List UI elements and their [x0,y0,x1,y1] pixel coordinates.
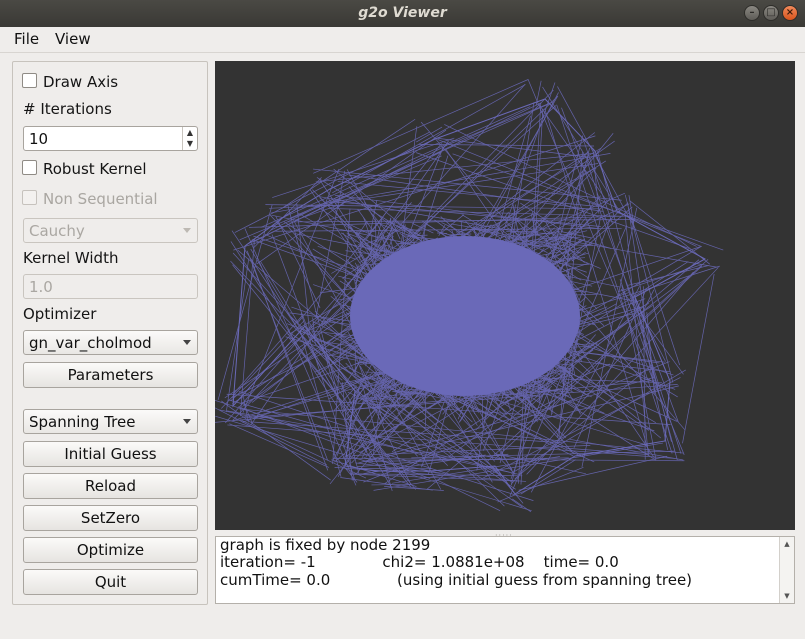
spin-up-icon[interactable]: ▲ [183,127,197,138]
iterations-spinbox[interactable]: 10 ▲ ▼ [23,126,198,151]
chevron-down-icon [183,228,191,233]
reload-button[interactable]: Reload [23,473,198,499]
console-line: graph is fixed by node 2199 [220,536,431,554]
iterations-value: 10 [29,130,49,148]
optimize-button[interactable]: Optimize [23,537,198,563]
minimize-icon[interactable]: – [744,5,760,21]
kernel-width-label: Kernel Width [23,249,119,267]
g2o-viewer-window: g2o Viewer – □ × File View Draw Axis # I… [0,0,805,639]
initial-guess-type-value: Spanning Tree [29,413,136,431]
spin-down-icon[interactable]: ▼ [183,138,197,149]
spinbox-arrows[interactable]: ▲ ▼ [182,127,197,150]
robust-kernel-label: Robust Kernel [43,160,147,178]
quit-button[interactable]: Quit [23,569,198,595]
menu-view[interactable]: View [55,30,91,48]
pose-graph-drawing [215,79,724,513]
menu-file[interactable]: File [14,30,39,48]
checkbox-icon[interactable] [22,160,37,175]
iterations-label: # Iterations [23,100,112,118]
close-icon[interactable]: × [782,5,798,21]
kernel-type-value: Cauchy [29,222,85,240]
output-console[interactable]: graph is fixed by node 2199 iteration= -… [215,536,795,604]
initial-guess-button[interactable]: Initial Guess [23,441,198,467]
console-line: cumTime= 0.0 (using initial guess from s… [220,571,693,589]
scroll-up-icon[interactable]: ▲ [780,538,794,550]
chevron-down-icon[interactable] [183,419,191,424]
checkbox-icon [22,190,37,205]
graph-core [350,236,580,396]
title-bar[interactable]: g2o Viewer – □ × [0,0,805,27]
optimizer-select[interactable]: gn_var_cholmod [23,330,198,355]
window-title: g2o Viewer [358,5,447,21]
draw-axis-checkbox[interactable]: Draw Axis [22,73,118,91]
menu-bar: File View [0,27,805,53]
kernel-type-select: Cauchy [23,218,198,243]
chevron-down-icon[interactable] [183,340,191,345]
optimizer-value: gn_var_cholmod [29,334,152,352]
graph-viewer-canvas[interactable] [215,61,795,530]
kernel-width-field: 1.0 [23,274,198,299]
console-scrollbar[interactable]: ▲ ▼ [779,537,794,603]
checkbox-icon[interactable] [22,73,37,88]
maximize-icon[interactable]: □ [763,5,779,21]
non-sequential-checkbox: Non Sequential [22,190,158,208]
setzero-button[interactable]: SetZero [23,505,198,531]
kernel-width-value: 1.0 [29,278,53,296]
draw-axis-label: Draw Axis [43,73,119,91]
scroll-down-icon[interactable]: ▼ [780,590,794,602]
optimizer-label: Optimizer [23,305,97,323]
robust-kernel-checkbox[interactable]: Robust Kernel [22,160,147,178]
initial-guess-select[interactable]: Spanning Tree [23,409,198,434]
parameters-button[interactable]: Parameters [23,362,198,388]
console-line: iteration= -1 chi2= 1.0881e+08 time= 0.0 [220,553,619,571]
non-sequential-label: Non Sequential [43,190,158,208]
